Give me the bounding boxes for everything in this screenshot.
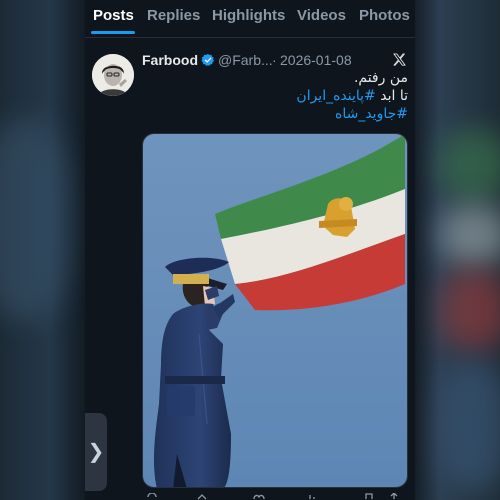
header-separator: · xyxy=(272,52,277,68)
active-tab-indicator xyxy=(91,31,135,34)
post-text-line: #جاوید_شاه xyxy=(142,105,408,123)
tab-videos[interactable]: Videos xyxy=(297,7,346,24)
tab-photos[interactable]: Photos xyxy=(359,7,410,24)
author-handle[interactable]: @Farb... xyxy=(218,52,273,68)
next-arrow-button[interactable]: ❯ xyxy=(85,413,107,491)
post-date[interactable]: 2026-01-08 xyxy=(280,52,352,68)
verified-badge-icon xyxy=(201,53,215,66)
post-media-image[interactable] xyxy=(142,133,408,488)
avatar[interactable] xyxy=(92,54,134,96)
post-text: من رفتم. تا ابد #پاینده_ایران #جاوید_شاه xyxy=(142,69,408,123)
blur-blob xyxy=(440,130,500,200)
blur-blob xyxy=(440,205,500,265)
action-bar xyxy=(147,493,398,500)
author-name[interactable]: Farbood xyxy=(142,52,198,68)
post-text-prefix: تا ابد xyxy=(380,88,408,104)
blur-blob xyxy=(440,270,500,350)
avatar-portrait-icon xyxy=(92,54,134,96)
officer-saluting-flag-image xyxy=(143,134,407,487)
profile-feed-panel: Posts Replies Highlights Videos Photos F… xyxy=(85,0,415,500)
hashtag-link[interactable]: #پاینده_ایران xyxy=(296,88,375,104)
reply-icon[interactable] xyxy=(147,493,157,498)
hashtag-link[interactable]: #جاوید_شاه xyxy=(335,106,408,122)
tab-highlights[interactable]: Highlights xyxy=(212,7,285,24)
blur-blob xyxy=(440,360,500,490)
post-text-line: تا ابد #پاینده_ایران xyxy=(142,87,408,105)
repost-icon[interactable] xyxy=(197,494,207,500)
views-icon[interactable] xyxy=(309,495,315,499)
like-icon[interactable] xyxy=(253,494,265,500)
x-logo-icon xyxy=(393,53,406,66)
profile-tabs: Posts Replies Highlights Videos Photos xyxy=(85,0,415,38)
bookmark-icon[interactable] xyxy=(365,493,373,499)
tab-posts[interactable]: Posts xyxy=(93,7,134,24)
share-icon[interactable] xyxy=(390,493,398,499)
blur-blob xyxy=(0,120,70,320)
post-header: Farbood @Farb... · 2026-01-08 xyxy=(142,52,412,70)
post-text-line: من رفتم. xyxy=(353,70,408,86)
tab-replies[interactable]: Replies xyxy=(147,7,200,24)
